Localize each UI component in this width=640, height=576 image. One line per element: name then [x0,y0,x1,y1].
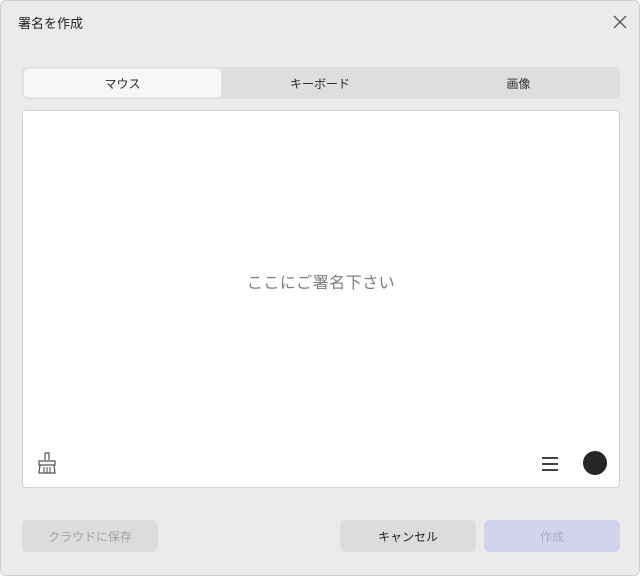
tab-mouse[interactable]: マウス [24,69,221,97]
close-button[interactable] [605,7,635,37]
tab-image[interactable]: 画像 [419,69,618,97]
cancel-button[interactable]: キャンセル [340,520,476,552]
broom-icon[interactable] [35,451,59,475]
pen-color-swatch[interactable] [583,451,607,475]
dialog-title: 署名を作成 [18,17,84,32]
signature-placeholder: ここにご署名下さい [246,273,396,292]
close-icon [613,15,627,29]
tab-keyboard[interactable]: キーボード [221,69,419,97]
menu-icon[interactable] [540,454,560,474]
signature-canvas[interactable]: ここにご署名下さい [22,110,620,488]
save-to-cloud-button[interactable]: クラウドに保存 [22,520,158,552]
signature-dialog: 署名を作成 マウス キーボード 画像 ここにご署名下さい クラウドに保存 キャン… [0,0,640,576]
create-button[interactable]: 作成 [484,520,620,552]
input-mode-tabs: マウス キーボード 画像 [22,67,620,99]
